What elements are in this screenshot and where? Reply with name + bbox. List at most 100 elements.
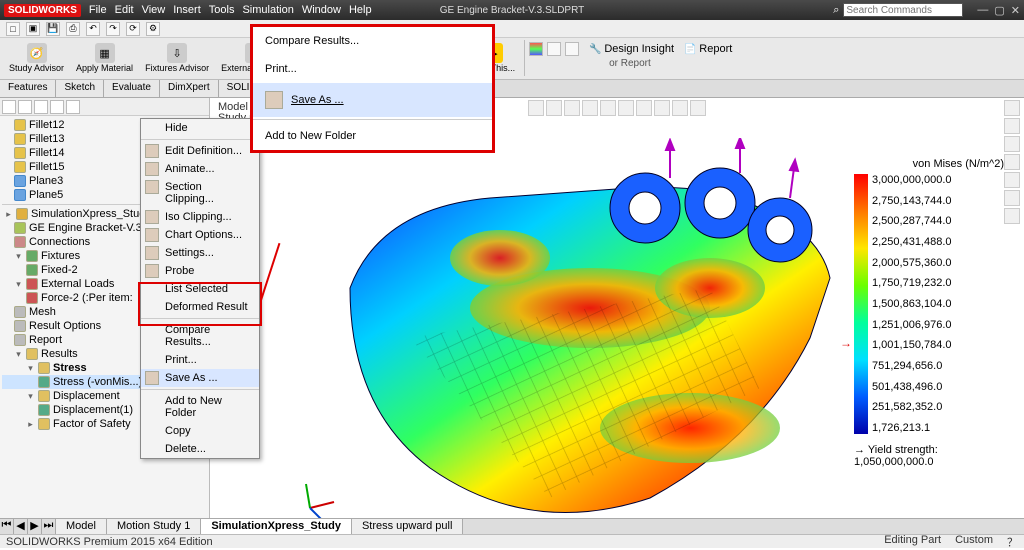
ctx-animate[interactable]: Animate... (141, 160, 259, 178)
ctx-compare-results[interactable]: Compare Results... (141, 321, 259, 351)
tp-file-explorer-icon[interactable] (1004, 136, 1020, 152)
scene-icon[interactable] (654, 100, 670, 116)
fixed-icon (26, 264, 38, 276)
qa-rebuild-icon[interactable]: ⟳ (126, 22, 140, 36)
fm-tab-prop-icon[interactable] (18, 100, 32, 114)
menu-simulation[interactable]: Simulation (242, 4, 293, 16)
design-insight-button[interactable]: 🔧 Design Insight (589, 43, 674, 55)
callout-add-to-folder[interactable]: Add to New Folder (253, 122, 492, 150)
menu-file[interactable]: File (89, 4, 107, 16)
options-icon (14, 320, 26, 332)
fixture-icon: ⇩ (167, 43, 187, 63)
status-bar: SOLIDWORKS Premium 2015 x64 Edition Edit… (0, 534, 1024, 548)
study-tab-simxpress[interactable]: SimulationXpress_Study (201, 519, 352, 534)
menu-edit[interactable]: Edit (115, 4, 134, 16)
ctx-deformed-result[interactable]: Deformed Result (141, 298, 259, 316)
zoom-fit-icon[interactable] (528, 100, 544, 116)
view-orient-icon[interactable] (600, 100, 616, 116)
menu-view[interactable]: View (142, 4, 166, 16)
hide-show-icon[interactable] (636, 100, 652, 116)
or-report-label: or Report (609, 58, 732, 69)
folder-icon (38, 362, 50, 374)
close-icon[interactable]: ✕ (1011, 4, 1020, 17)
qa-undo-icon[interactable]: ↶ (86, 22, 100, 36)
menu-window[interactable]: Window (302, 4, 341, 16)
ctx-copy[interactable]: Copy (141, 422, 259, 440)
minimize-icon[interactable]: — (977, 4, 988, 17)
study-tab-motion[interactable]: Motion Study 1 (107, 519, 201, 534)
tab-nav-first-icon[interactable]: ⏮ (0, 519, 14, 534)
maximize-icon[interactable]: ▢ (994, 4, 1004, 17)
tab-dimxpert[interactable]: DimXpert (160, 80, 219, 97)
prev-view-icon[interactable] (564, 100, 580, 116)
view-settings-icon[interactable] (690, 100, 706, 116)
probe-icon (145, 264, 159, 278)
ctx-print[interactable]: Print... (141, 351, 259, 369)
folder-icon (26, 348, 38, 360)
graphics-viewport[interactable]: Model name:GE Engine Bracket-V.3 Study n… (210, 98, 1024, 518)
ctx-edit-definition[interactable]: Edit Definition... (141, 142, 259, 160)
report-button[interactable]: 📄 Report (684, 43, 732, 55)
fm-tab-config-icon[interactable] (34, 100, 48, 114)
fm-tab-dim-icon[interactable] (50, 100, 64, 114)
tp-forum-icon[interactable] (1004, 208, 1020, 224)
gear-icon (145, 246, 159, 260)
ctx-save-as[interactable]: Save As ... (141, 369, 259, 387)
ctx-iso-clipping[interactable]: Iso Clipping... (141, 208, 259, 226)
fixtures-advisor-button[interactable]: ⇩Fixtures Advisor (140, 40, 214, 76)
mesh-icon (14, 306, 26, 318)
animate-icon (145, 162, 159, 176)
tp-resources-icon[interactable] (1004, 100, 1020, 116)
ctx-hide[interactable]: Hide (141, 119, 259, 137)
ctx-section-clipping[interactable]: Section Clipping... (141, 178, 259, 208)
appearance-icon[interactable] (672, 100, 688, 116)
menu-help[interactable]: Help (349, 4, 372, 16)
tp-appearances-icon[interactable] (1004, 172, 1020, 188)
qa-save-icon[interactable]: 💾 (46, 22, 60, 36)
fm-tab-tree-icon[interactable] (2, 100, 16, 114)
tab-evaluate[interactable]: Evaluate (104, 80, 160, 97)
ctx-probe[interactable]: Probe (141, 262, 259, 280)
qa-open-icon[interactable]: ▣ (26, 22, 40, 36)
tab-nav-prev-icon[interactable]: ◀ (14, 519, 28, 534)
status-help-icon[interactable]: ？ (1007, 534, 1018, 550)
tp-view-palette-icon[interactable] (1004, 154, 1020, 170)
tp-design-library-icon[interactable] (1004, 118, 1020, 134)
menu-tools[interactable]: Tools (209, 4, 235, 16)
ctx-chart-options[interactable]: Chart Options... (141, 226, 259, 244)
callout-save-as[interactable]: Save As ... (253, 83, 492, 117)
tab-nav-next-icon[interactable]: ▶ (28, 519, 42, 534)
fillet-icon (14, 119, 26, 131)
study-advisor-button[interactable]: 🧭Study Advisor (4, 40, 69, 76)
command-manager-tabs: Features Sketch Evaluate DimXpert SOLIDW… (0, 80, 1024, 98)
qa-print-icon[interactable]: ⎙ (66, 22, 80, 36)
results-icon[interactable] (529, 42, 543, 56)
search-input[interactable] (843, 3, 963, 17)
tp-custom-props-icon[interactable] (1004, 190, 1020, 206)
tab-nav-last-icon[interactable]: ⏭ (42, 519, 56, 534)
tab-features[interactable]: Features (0, 80, 56, 97)
apply-material-button[interactable]: ▦Apply Material (71, 40, 138, 76)
qa-redo-icon[interactable]: ↷ (106, 22, 120, 36)
study-tab-stress-upward[interactable]: Stress upward pull (352, 519, 464, 534)
ctx-add-to-folder[interactable]: Add to New Folder (141, 392, 259, 422)
display-style-icon[interactable] (618, 100, 634, 116)
chart-icon (145, 228, 159, 242)
callout-compare-results[interactable]: Compare Results... (253, 27, 492, 55)
tab-sketch[interactable]: Sketch (56, 80, 104, 97)
callout-print[interactable]: Print... (253, 55, 492, 83)
status-version: SOLIDWORKS Premium 2015 x64 Edition (6, 536, 213, 548)
deformed-icon[interactable] (547, 42, 561, 56)
ctx-list-selected[interactable]: List Selected (141, 280, 259, 298)
fm-tab-display-icon[interactable] (66, 100, 80, 114)
qa-new-icon[interactable]: □ (6, 22, 20, 36)
ctx-settings[interactable]: Settings... (141, 244, 259, 262)
menu-insert[interactable]: Insert (173, 4, 201, 16)
status-units[interactable]: Custom (955, 534, 993, 550)
qa-options-icon[interactable]: ⚙ (146, 22, 160, 36)
compare-icon[interactable] (565, 42, 579, 56)
study-tab-model[interactable]: Model (56, 519, 107, 534)
section-view-icon[interactable] (582, 100, 598, 116)
zoom-area-icon[interactable] (546, 100, 562, 116)
ctx-delete[interactable]: Delete... (141, 440, 259, 458)
